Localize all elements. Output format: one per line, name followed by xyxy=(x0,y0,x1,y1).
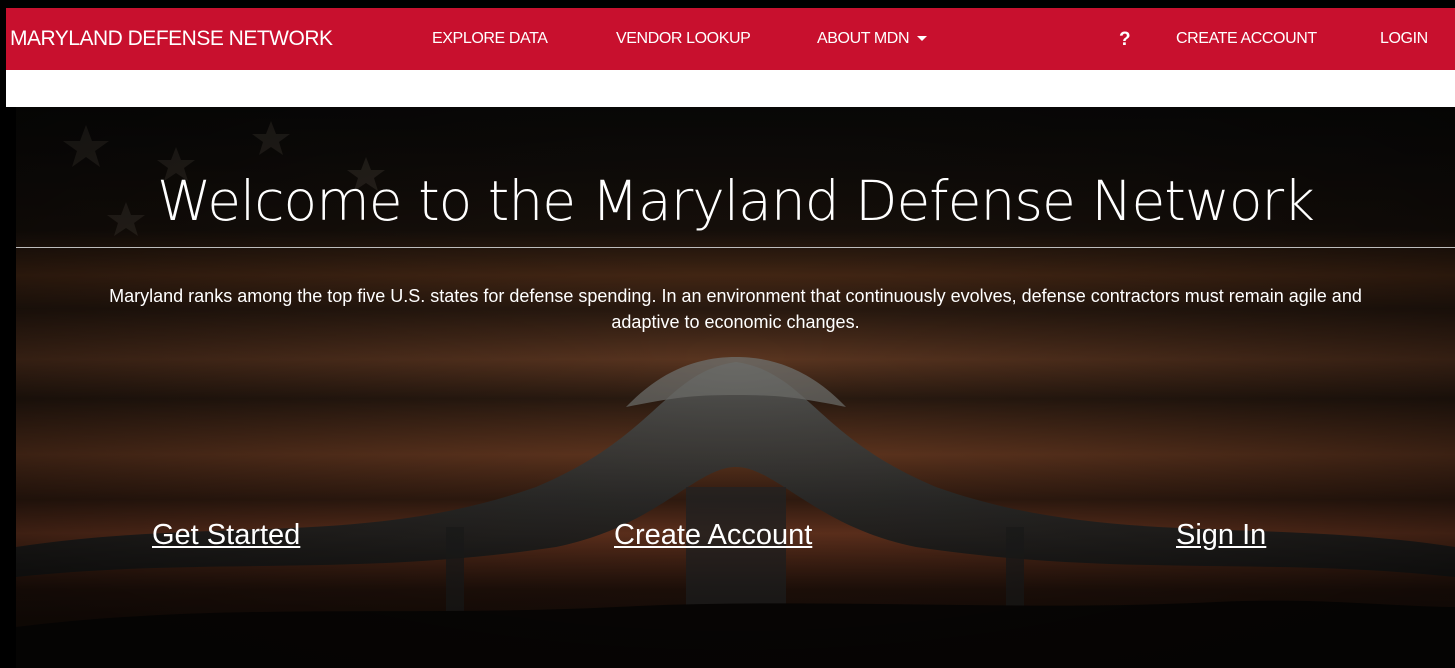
top-navbar: MARYLAND DEFENSE NETWORK EXPLORE DATA VE… xyxy=(6,8,1455,70)
hero-banner: Welcome to the Maryland Defense Network … xyxy=(16,107,1455,668)
nav-explore-data[interactable]: EXPLORE DATA xyxy=(432,8,548,70)
brand-link[interactable]: MARYLAND DEFENSE NETWORK xyxy=(10,8,333,70)
nav-create-account[interactable]: CREATE ACCOUNT xyxy=(1176,8,1317,70)
caret-down-icon xyxy=(917,36,928,42)
create-account-link[interactable]: Create Account xyxy=(614,519,812,552)
hero-description: Maryland ranks among the top five U.S. s… xyxy=(109,286,1362,332)
hero-title: Welcome to the Maryland Defense Network xyxy=(157,169,1315,233)
navbar-spacer xyxy=(6,70,1455,107)
nav-login[interactable]: LOGIN xyxy=(1380,8,1428,70)
get-started-link[interactable]: Get Started xyxy=(152,519,300,552)
nav-about-label: ABOUT MDN xyxy=(817,30,910,47)
help-icon[interactable]: ? xyxy=(1119,8,1131,70)
sign-in-link[interactable]: Sign In xyxy=(1176,519,1266,552)
nav-vendor-lookup[interactable]: VENDOR LOOKUP xyxy=(616,8,751,70)
nav-about-mdn-dropdown[interactable]: ABOUT MDN xyxy=(817,8,928,70)
title-divider xyxy=(16,247,1455,248)
